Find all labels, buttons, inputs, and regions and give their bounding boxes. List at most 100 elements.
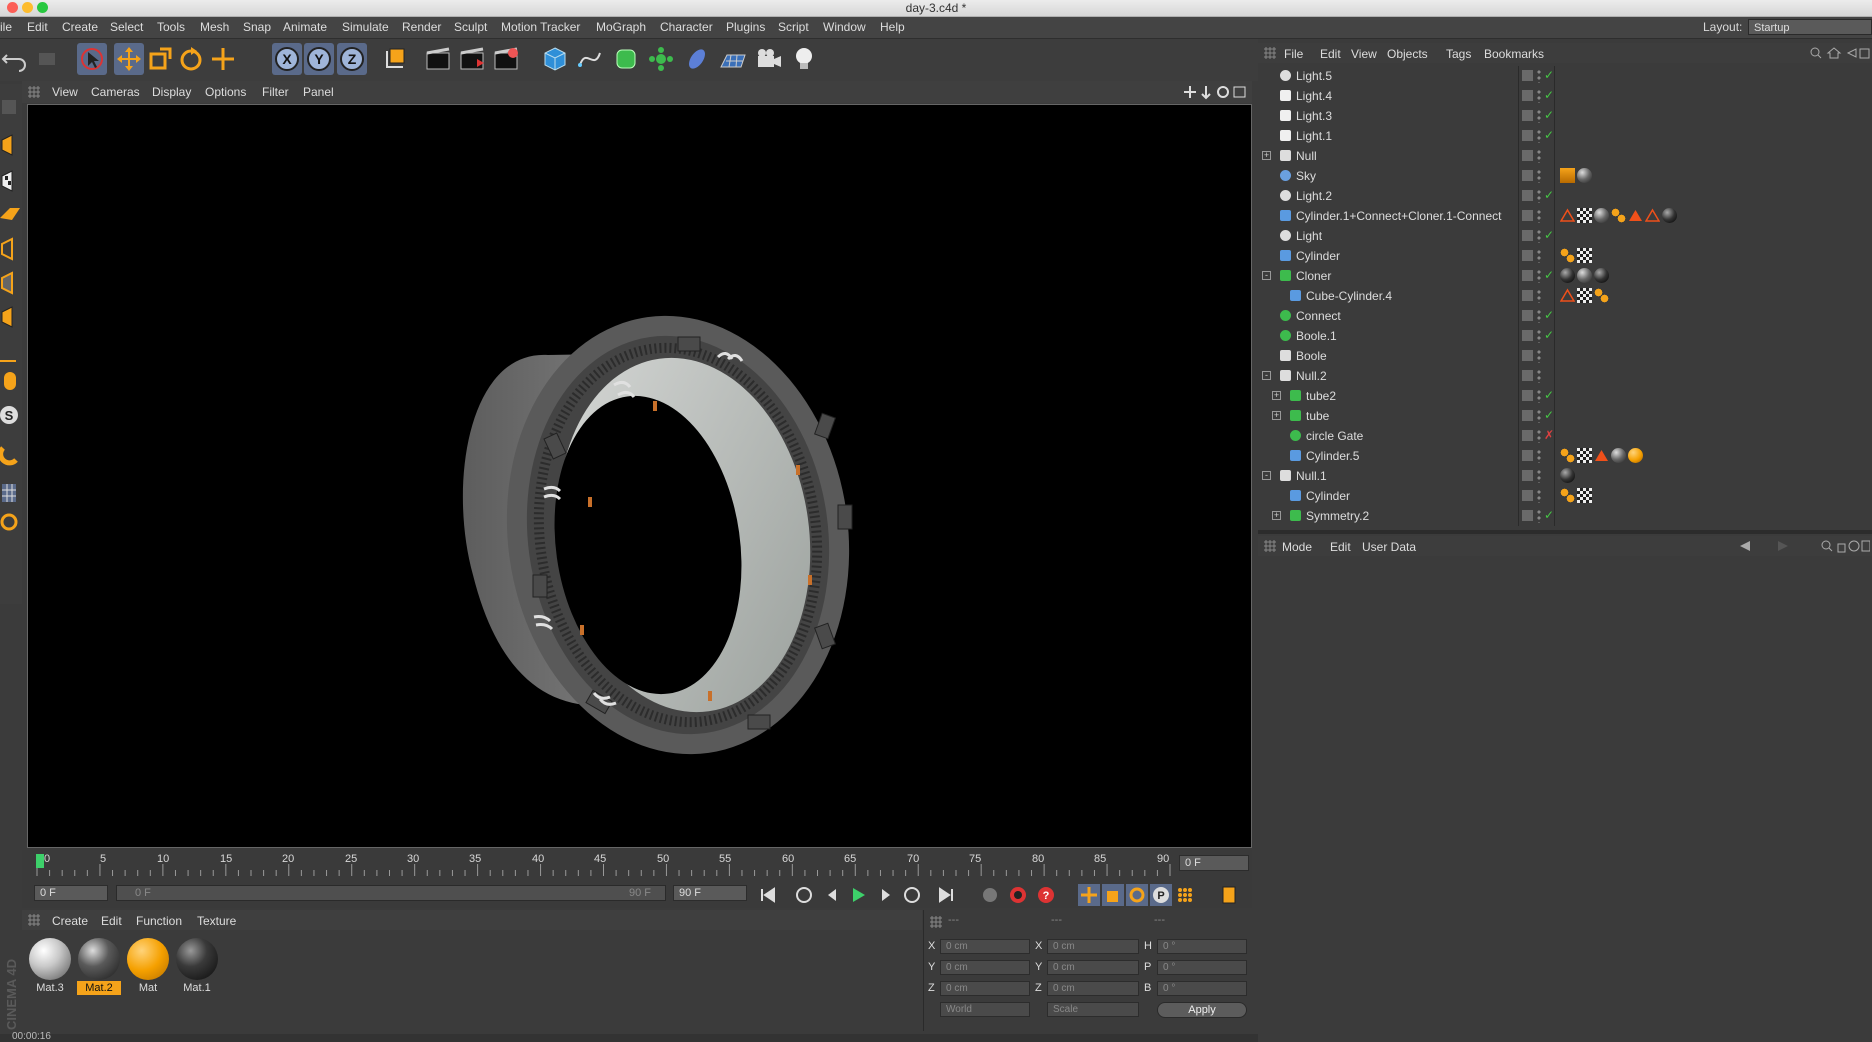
dots-tag-icon[interactable] [1560,448,1575,463]
add-nurbs-button[interactable] [611,43,641,75]
object-row-light-3[interactable]: Light.3 ✓ [1258,106,1872,126]
object-row-null-1[interactable]: - Null.1 [1258,466,1872,486]
move-tool[interactable] [114,43,144,75]
material-swatch[interactable]: Mat.3 [28,937,72,995]
add-cube-button[interactable] [540,43,570,75]
collapse-icon[interactable]: - [1262,271,1271,280]
editor-render-dots-icon[interactable] [1537,109,1541,123]
object-row-null-2[interactable]: - Null.2 [1258,366,1872,386]
panel-divider[interactable] [1258,530,1872,534]
object-name[interactable]: Connect [1296,309,1341,323]
material-dark-tag-icon[interactable] [1594,268,1609,283]
material-dark-tag-icon[interactable] [1560,468,1575,483]
editor-render-dots-icon[interactable] [1537,329,1541,343]
enabled-check-icon[interactable]: ✓ [1544,68,1554,82]
record-parameter-button[interactable]: P [1150,884,1172,906]
checker-tag-icon[interactable] [1577,488,1592,503]
add-light-button[interactable] [789,43,819,75]
material-dark-tag-icon[interactable] [1662,208,1677,223]
object-name[interactable]: Boole [1296,349,1327,363]
add-cloner-button[interactable] [646,43,676,75]
start-frame-field[interactable]: 0 F [34,885,108,901]
enabled-check-icon[interactable]: ✓ [1544,108,1554,122]
menu-motion-tracker[interactable]: Motion Tracker [501,20,580,34]
edges-mode-button[interactable] [0,268,20,298]
editor-render-dots-icon[interactable] [1537,429,1541,443]
object-row-sky[interactable]: Sky [1258,166,1872,186]
end-frame-field[interactable]: 90 F [673,885,747,901]
editor-render-dots-icon[interactable] [1537,289,1541,303]
coordinate-system-button[interactable] [380,43,410,75]
object-name[interactable]: Light.3 [1296,109,1332,123]
attr-nav-icons[interactable] [1734,539,1870,553]
object-row-cube-cylinder-4[interactable]: Cube-Cylinder.4 [1258,286,1872,306]
om-header-icons[interactable] [1810,46,1870,60]
object-row-connect[interactable]: Connect ✓ [1258,306,1872,326]
current-frame-field[interactable]: 0 F [1179,855,1249,871]
phong-tag-icon[interactable] [1559,208,1576,223]
enabled-check-icon[interactable]: ✓ [1544,408,1554,422]
dots-tag-icon[interactable] [1560,488,1575,503]
render-view-button[interactable] [423,43,453,75]
viewport-menu-display[interactable]: Display [152,85,191,99]
editor-render-dots-icon[interactable] [1537,249,1541,263]
object-row-light-4[interactable]: Light.4 ✓ [1258,86,1872,106]
add-deformer-button[interactable] [682,43,712,75]
layer-visibility-icon[interactable] [1522,490,1533,501]
om-menu-view[interactable]: View [1351,47,1377,61]
dots-tag-icon[interactable] [1594,288,1609,303]
material-orange-tag-icon[interactable] [1628,448,1643,463]
apply-button[interactable]: Apply [1157,1002,1247,1018]
solo-mode-button[interactable]: S [0,400,20,430]
play-button[interactable] [847,884,869,906]
object-name[interactable]: Cylinder.5 [1306,449,1359,463]
size-y-field[interactable]: 0 cm [1047,960,1139,975]
texture-mode-button[interactable] [0,166,20,196]
menu-simulate[interactable]: Simulate [342,20,389,34]
undo-button[interactable] [0,43,30,75]
menu-render[interactable]: Render [402,20,441,34]
object-row-cylinder-1-connect-cloner-1-connect[interactable]: Cylinder.1+Connect+Cloner.1-Connect [1258,206,1872,226]
menu-animate[interactable]: Animate [283,20,327,34]
object-name[interactable]: Light.2 [1296,189,1332,203]
layer-visibility-icon[interactable] [1522,250,1533,261]
object-row-circle-gate[interactable]: circle Gate ✗ [1258,426,1872,446]
layer-visibility-icon[interactable] [1522,450,1533,461]
editor-render-dots-icon[interactable] [1537,229,1541,243]
enabled-check-icon[interactable]: ✓ [1544,228,1554,242]
material-grey-tag-icon[interactable] [1577,168,1592,183]
record-rotation-button[interactable] [1126,884,1148,906]
layer-visibility-icon[interactable] [1522,170,1533,181]
object-row-boole[interactable]: Boole [1258,346,1872,366]
layer-visibility-icon[interactable] [1522,90,1533,101]
go-to-start-button[interactable] [757,884,779,906]
object-name[interactable]: tube [1306,409,1329,423]
viewport-menu-panel[interactable]: Panel [303,85,334,99]
enabled-check-icon[interactable]: ✓ [1544,388,1554,402]
material-grey-tag-icon[interactable] [1577,268,1592,283]
viewport-menu-cameras[interactable]: Cameras [91,85,140,99]
locked-workplane-button[interactable] [0,506,20,536]
layer-visibility-icon[interactable] [1522,290,1533,301]
enabled-check-icon[interactable]: ✓ [1544,308,1554,322]
editor-render-dots-icon[interactable] [1537,269,1541,283]
expand-icon[interactable]: + [1272,391,1281,400]
object-name[interactable]: Cylinder [1296,249,1340,263]
layer-visibility-icon[interactable] [1522,230,1533,241]
panel-grip-icon[interactable] [930,916,942,928]
om-menu-objects[interactable]: Objects [1387,47,1428,61]
polygons-mode-button[interactable] [0,302,20,332]
record-active-button[interactable] [979,884,1001,906]
render-settings-button[interactable] [491,43,521,75]
material-menu-texture[interactable]: Texture [197,914,236,928]
coordinate-mode-select[interactable]: World [940,1002,1030,1017]
object-row-boole-1[interactable]: Boole.1 ✓ [1258,326,1872,346]
keyframe-selection-button[interactable]: ? [1035,884,1057,906]
layer-visibility-icon[interactable] [1522,310,1533,321]
enabled-check-icon[interactable]: ✓ [1544,328,1554,342]
dots-tag-icon[interactable] [1611,208,1626,223]
object-row-cylinder[interactable]: Cylinder [1258,246,1872,266]
menu-select[interactable]: Select [110,20,143,34]
material-menu-create[interactable]: Create [52,914,88,928]
expand-icon[interactable]: + [1262,151,1271,160]
